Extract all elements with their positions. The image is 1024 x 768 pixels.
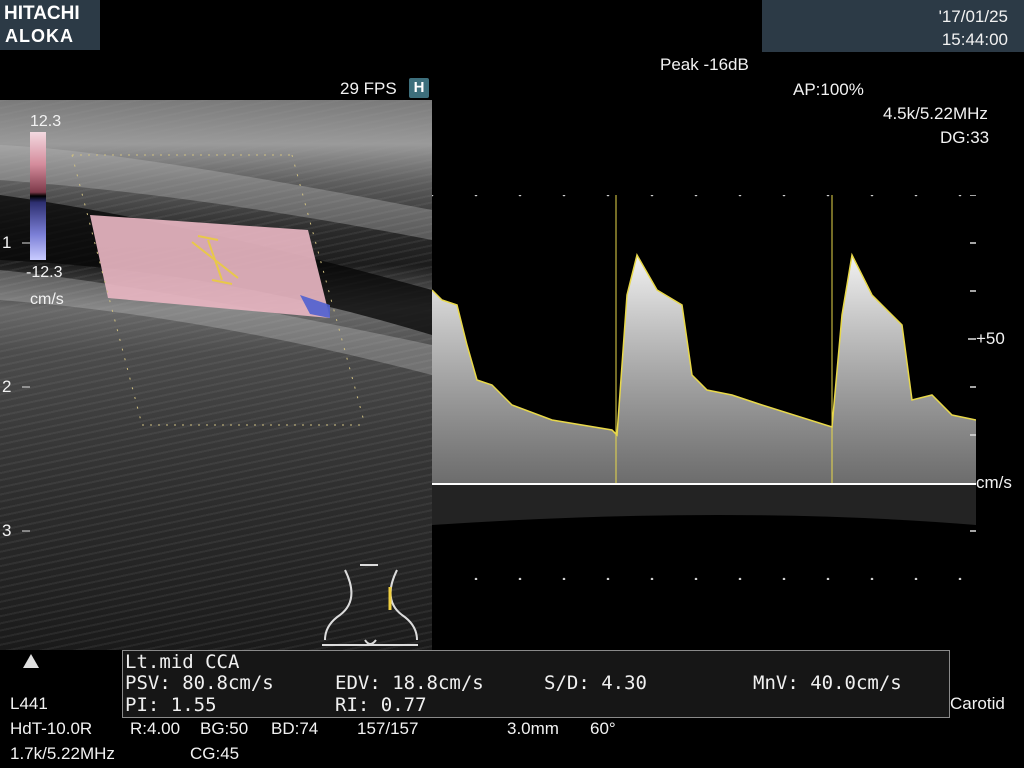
depth-label-2: 2: [2, 377, 12, 396]
depth-label-3: 3: [2, 521, 12, 540]
measurement-panel: Lt.mid CCA PSV: 80.8cm/s EDV: 18.8cm/s S…: [122, 650, 950, 718]
doppler-frequency: 4.5k/5.22MHz: [883, 104, 988, 123]
harmonic-setting: HdT-10.0R: [10, 719, 93, 738]
velocity-scale-label: +50: [976, 329, 1005, 348]
harmonic-badge: H: [409, 78, 429, 98]
ap-readout: AP:100%: [793, 80, 864, 99]
bmode-image: [0, 100, 432, 650]
exam-date: '17/01/25: [938, 7, 1008, 26]
color-frequency: 1.7k/5.22MHz: [10, 744, 115, 763]
color-scale-bottom: -12.3: [26, 264, 63, 281]
spectral-doppler-panel: [430, 193, 977, 581]
vessel-label: Lt.mid CCA: [125, 651, 240, 673]
bd-setting: BD:74: [271, 719, 319, 738]
probe-label: L441: [10, 694, 48, 713]
resolution-setting: R:4.00: [130, 719, 181, 738]
body-marker-icon: [322, 564, 418, 646]
bg-setting: BG:50: [200, 719, 249, 738]
mean-velocity: MnV: 40.0cm/s: [753, 672, 902, 694]
pulsatility-index: PI: 1.55: [125, 694, 217, 716]
velocity-unit: cm/s: [976, 473, 1012, 492]
spectral-waveform: [430, 193, 977, 581]
color-gain: CG:45: [190, 744, 240, 763]
color-scale-unit: cm/s: [30, 291, 64, 308]
brand-line2: ALOKA: [5, 26, 74, 46]
psv-value: PSV: 80.8cm/s: [125, 672, 274, 694]
angle-correction: 60°: [590, 719, 616, 738]
depth-label-1: 1: [2, 233, 12, 252]
edv-value: EDV: 18.8cm/s: [335, 672, 484, 694]
frame-counter: 157/157: [357, 719, 419, 738]
date-time-panel: '17/01/25 15:44:00: [762, 0, 1024, 52]
spectral-envelope: [432, 255, 976, 485]
sd-ratio: S/D: 4.30: [544, 672, 647, 694]
orientation-marker-icon: [23, 654, 39, 668]
color-scale-bar: [30, 132, 46, 260]
exam-time: 15:44:00: [941, 30, 1008, 49]
brand-line1: HITACHI: [4, 3, 80, 24]
fps-readout: 29 FPS: [340, 79, 397, 98]
brand-logo: HITACHI ALOKA: [0, 0, 100, 50]
bmode-overlay: [0, 145, 432, 646]
gate-size: 3.0mm: [507, 719, 559, 738]
color-scale-top: 12.3: [30, 113, 62, 130]
peak-readout: Peak -16dB: [660, 55, 749, 74]
preset-label: Carotid: [950, 694, 1005, 713]
doppler-gain: DG:33: [940, 128, 990, 147]
resistive-index: RI: 0.77: [335, 694, 427, 716]
